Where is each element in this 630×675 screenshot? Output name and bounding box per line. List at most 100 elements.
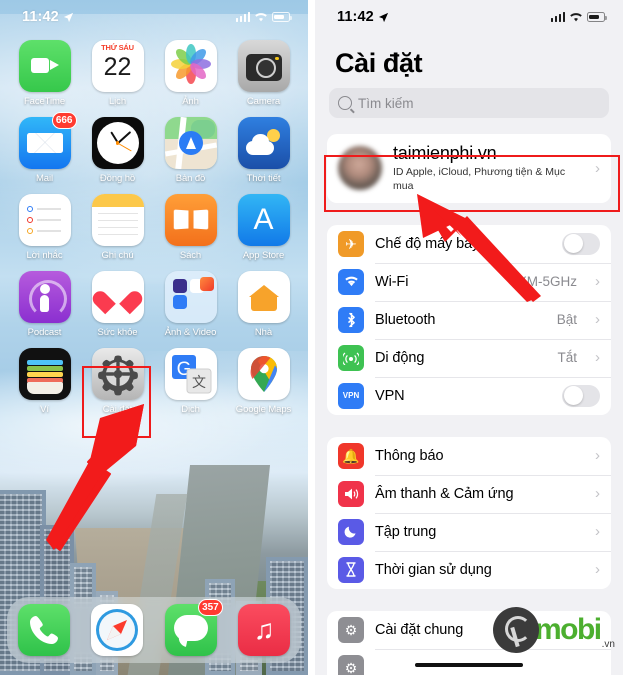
app-dich[interactable]: G 文 Dịch [156,348,226,415]
app-anh[interactable]: Ảnh [156,40,226,107]
page-title: Cài đặt [335,48,423,78]
health-icon [91,271,144,323]
app-label: App Store [242,250,285,261]
app-ban-do[interactable]: Bản đồ [156,117,226,184]
moon-icon [338,518,364,545]
app-podcast[interactable]: Podcast [10,271,80,338]
camera-icon [237,40,290,92]
watermark-tld: .vn [601,639,615,650]
app-label: Lời nhắc [26,250,63,261]
setting-label: Tập trung [375,523,437,540]
search-input[interactable]: Tìm kiếm [329,88,609,118]
speaker-icon [338,480,364,507]
setting-row-notifications[interactable]: 🔔 Thông báo › [327,437,611,475]
app-label: Lịch [108,96,127,107]
app-app-store[interactable]: A App Store [229,194,299,261]
settings-pointer-arrow [46,404,144,551]
app-label: Ảnh [182,96,199,107]
setting-row-sounds[interactable]: Âm thanh & Cảm ứng › [327,474,611,513]
setting-row-focus[interactable]: Tập trung › [327,512,611,551]
app-label: Sức khỏe [97,327,138,338]
vpn-icon: VPN [338,382,364,409]
dock-messages[interactable]: 357 [162,599,223,656]
music-icon: ♫ [238,604,291,656]
search-icon [338,96,352,110]
setting-label: Âm thanh & Cảm ứng [375,485,514,502]
app-label: Nhà [254,327,273,338]
app-lich[interactable]: THỨ SÁU 22 Lịch [83,40,153,107]
left-phone-home-screen: 11:42 FaceTime THỨ SÁU 22 Lịch Ảnh Camer… [0,0,308,675]
dock-phone[interactable] [15,604,73,656]
app-google-maps[interactable]: Google Maps [229,348,299,415]
right-status-bar: 11:42 [315,0,623,34]
cellular-bars-icon [235,12,250,22]
chevron-right-icon: › [595,349,600,367]
app-folder-anh-video[interactable]: Ảnh & Video [156,271,226,338]
setting-row-vpn[interactable]: VPN VPN [327,376,611,415]
chevron-right-icon: › [595,561,600,579]
app-grid: FaceTime THỨ SÁU 22 Lịch Ảnh Camera 666 … [0,40,308,425]
app-mail[interactable]: 666 Mail [10,112,80,184]
app-label: Đồng hồ [99,173,136,184]
app-row: Podcast Sức khỏe Ảnh & Video Nhà [8,271,300,338]
podcasts-icon [18,271,71,323]
facetime-icon [18,40,71,92]
gear-icon: ⚙ [338,616,364,643]
home-app-icon [237,271,290,323]
phone-icon [17,604,70,656]
battery-icon [272,12,292,22]
setting-row-bluetooth[interactable]: Bluetooth Bật › [327,300,611,339]
hourglass-icon [338,556,364,583]
translate-icon: G 文 [164,348,217,400]
app-camera[interactable]: Camera [229,40,299,107]
watermark-text: mobi [534,613,602,646]
wifi-icon [338,268,364,295]
app-label: Dịch [181,404,200,415]
weather-icon [237,117,290,169]
google-maps-icon [237,348,290,400]
left-status-icons [235,12,292,23]
nine-logo-icon [492,607,539,653]
status-time-right: 11:42 [337,9,389,25]
app-label: Google Maps [235,404,292,415]
app-thoi-tiet[interactable]: Thời tiết [229,117,299,184]
app-facetime[interactable]: FaceTime [10,40,80,107]
app-suc-khoe[interactable]: Sức khỏe [83,271,153,338]
photos-icon [164,40,217,92]
control-center-icon: ⚙ [338,654,364,675]
home-indicator [415,662,523,667]
dock-music[interactable]: ♫ [235,604,293,656]
dock-safari[interactable] [88,604,146,656]
right-phone-settings-screen: 11:42 Cài đặt Tìm kiếm taimienphi.vn ID … [308,0,623,675]
cellular-icon [338,344,364,371]
bell-icon: 🔔 [338,442,364,469]
dock: 357 ♫ [7,597,301,663]
safari-icon [91,604,144,656]
airplane-toggle[interactable] [562,232,600,255]
mail-badge: 666 [51,112,77,129]
location-arrow-icon [63,12,73,22]
app-loi-nhac[interactable]: Lời nhắc [10,194,80,261]
vpn-toggle[interactable] [562,384,600,407]
setting-label: Thông báo [375,447,444,464]
setting-row-screentime[interactable]: Thời gian sử dụng › [327,550,611,589]
app-ghi-chu[interactable]: Ghi chú [83,194,153,261]
setting-row-cellular[interactable]: Di động Tắt › [327,338,611,377]
app-label: FaceTime [23,96,66,107]
setting-label: Thời gian sử dụng [375,561,492,578]
cellular-bars-icon [550,12,565,22]
app-sach[interactable]: Sách [156,194,226,261]
apple-id-pointer-arrow [417,194,541,302]
chevron-right-icon: › [595,273,600,291]
svg-text:文: 文 [192,374,206,390]
clock-icon [91,117,144,169]
search-placeholder: Tìm kiếm [358,95,414,111]
left-status-bar: 11:42 [0,0,308,34]
app-nha[interactable]: Nhà [229,271,299,338]
maps-icon [164,117,217,169]
bluetooth-icon [338,306,364,333]
app-dong-ho[interactable]: Đồng hồ [83,117,153,184]
notes-icon [91,194,144,246]
setting-label: VPN [375,387,405,404]
notifications-group: 🔔 Thông báo › Âm thanh & Cảm ứng › Tập t… [327,436,611,589]
